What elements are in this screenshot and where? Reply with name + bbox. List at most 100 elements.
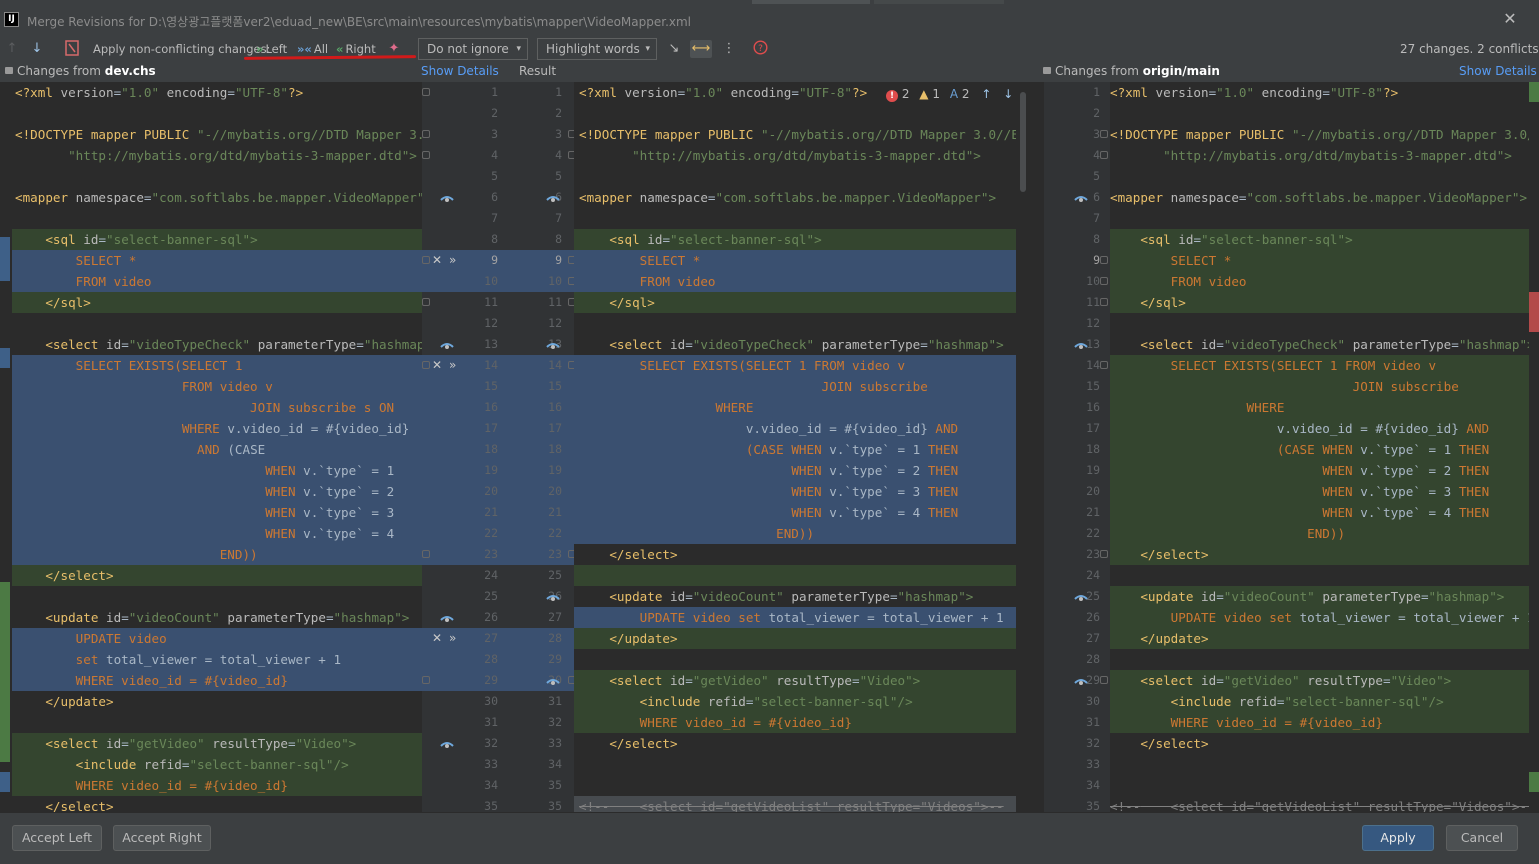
resolve-marker-icon[interactable] [440, 739, 454, 748]
resolve-marker-icon[interactable] [440, 613, 454, 622]
code-line: WHEN v.`type` = 1 [265, 463, 395, 478]
result-scrollbar-thumb[interactable] [1020, 92, 1026, 192]
ignore-whitespace-dropdown[interactable]: Do not ignore ▾ [418, 38, 528, 60]
apply-button[interactable]: Apply [1362, 825, 1434, 851]
line-number: 5 [1093, 169, 1100, 183]
fold-marker-icon[interactable] [1100, 298, 1108, 306]
resolve-marker-icon[interactable] [546, 340, 560, 349]
code-line: FROM video v [181, 379, 273, 394]
more-options-icon[interactable]: ⋮ [722, 40, 736, 58]
close-icon[interactable]: ✕ [1500, 8, 1520, 30]
fold-marker-icon[interactable] [422, 151, 430, 159]
resolve-marker-icon[interactable] [440, 193, 454, 202]
inspection-widget[interactable]: ! 2 ▲ 1 A 2 ↑ ↓ [882, 85, 1016, 103]
fold-marker-icon[interactable] [1100, 277, 1108, 285]
code-line: WHERE [1246, 400, 1285, 415]
previous-highlight-icon[interactable]: ↑ [981, 87, 991, 101]
fold-marker-icon[interactable] [422, 256, 430, 264]
apply-all-button[interactable]: »« All [297, 42, 328, 56]
line-number: 2 [1093, 106, 1100, 120]
resolve-marker-icon[interactable] [1074, 592, 1088, 601]
line-number: 22 [1086, 526, 1100, 540]
resolve-marker-icon[interactable] [1074, 340, 1088, 349]
line-number: 35 [484, 799, 498, 812]
code-line: "http://mybatis.org/dtd/mybatis-3-mapper… [632, 148, 981, 163]
line-number: 15 [484, 379, 498, 393]
synchronize-scrolling-icon[interactable]: ⟷ [690, 40, 712, 58]
right-show-details-link[interactable]: Show Details [1459, 64, 1537, 78]
resolve-marker-icon[interactable] [546, 193, 560, 202]
error-icon: ! [886, 90, 898, 102]
line-number: 12 [484, 316, 498, 330]
chevron-down-icon: ▾ [516, 44, 521, 54]
fold-marker-icon[interactable] [422, 88, 430, 96]
line-number: 13 [484, 337, 498, 351]
next-highlight-icon[interactable]: ↓ [1003, 87, 1013, 101]
code-line: <!-- <select id="getVideoList" resultTyp… [579, 799, 1004, 812]
resolve-marker-icon[interactable] [440, 340, 454, 349]
accept-left-button[interactable]: Accept Left [12, 825, 102, 851]
line-number: 14 [484, 358, 498, 372]
fold-marker-icon[interactable] [1100, 256, 1108, 264]
code-line: <mapper namespace="com.softlabs.be.mappe… [1110, 190, 1528, 205]
next-difference-icon[interactable]: ↓ [29, 40, 45, 58]
line-number: 33 [1086, 757, 1100, 771]
fold-marker-icon[interactable] [422, 550, 430, 558]
right-merge-gutter: 1 2 3 4 5 6 7 8 9 10 11 12 13 14 15 16 17 18 19 20 21 22 23 24 2… [1044, 82, 1110, 812]
result-editor-pane[interactable]: <?xml version="1.0" encoding="UTF-8"?> <… [574, 82, 1016, 812]
resolve-marker-icon[interactable] [546, 592, 560, 601]
line-number: 25 [548, 568, 562, 582]
discard-left-change-icon[interactable]: ✕ [432, 628, 442, 649]
apply-right-button[interactable]: «Right [336, 42, 376, 56]
fold-marker-icon[interactable] [1100, 361, 1108, 369]
collapse-unchanged-icon[interactable]: ↘ [666, 40, 682, 58]
result-scrollbar[interactable] [1016, 82, 1044, 812]
code-line: JOIN subscribe [1352, 379, 1459, 394]
code-line: "http://mybatis.org/dtd/mybatis-3-mapper… [68, 148, 417, 163]
highlight-words-dropdown[interactable]: Highlight words ▾ [537, 38, 657, 60]
apply-left-button[interactable]: » Left [256, 42, 287, 56]
discard-left-change-icon[interactable]: ✕ [432, 355, 442, 376]
resolve-icon[interactable] [64, 40, 80, 58]
fold-marker-icon[interactable] [422, 130, 430, 138]
previous-difference-icon[interactable]: ↑ [4, 40, 20, 58]
line-number: 10 [548, 274, 562, 288]
apply-left-change-icon[interactable]: » [449, 355, 456, 376]
apply-left-change-icon[interactable]: » [449, 250, 456, 271]
discard-left-change-icon[interactable]: ✕ [432, 250, 442, 271]
fold-marker-icon[interactable] [422, 298, 430, 306]
fold-marker-icon[interactable] [1100, 151, 1108, 159]
left-editor-pane[interactable]: <?xml version="1.0" encoding="UTF-8"?> <… [12, 82, 422, 812]
resolve-marker-icon[interactable] [546, 676, 560, 685]
help-icon[interactable]: ? [752, 40, 768, 58]
code-line: <update id="videoCount" parameterType="h… [609, 589, 974, 604]
code-line: END)) [776, 526, 815, 541]
line-number: 18 [484, 442, 498, 456]
resolve-marker-icon[interactable] [1074, 193, 1088, 202]
resolve-marker-icon[interactable] [1074, 676, 1088, 685]
line-number: 15 [548, 379, 562, 393]
fold-marker-icon[interactable] [1100, 676, 1108, 684]
code-line: </select> [1140, 547, 1209, 562]
left-show-details-link[interactable]: Show Details [421, 64, 499, 78]
line-number: 7 [555, 211, 562, 225]
fold-marker-icon[interactable] [1100, 130, 1108, 138]
dialog-button-bar: Accept Left Accept Right Apply Cancel [0, 812, 1539, 864]
fold-marker-icon[interactable] [422, 361, 430, 369]
line-number: 5 [555, 169, 562, 183]
fold-marker-icon[interactable] [1100, 550, 1108, 558]
code-line: SELECT EXISTS(SELECT 1 FROM video v [639, 358, 906, 373]
result-panel-header: Result [519, 64, 557, 78]
line-number: 29 [548, 652, 562, 666]
fold-marker-icon[interactable] [422, 676, 430, 684]
cancel-button[interactable]: Cancel [1446, 825, 1518, 851]
line-number: 30 [1086, 694, 1100, 708]
line-number: 20 [1086, 484, 1100, 498]
panel-header-row: Changes from dev.chs Show Details Result… [0, 62, 1539, 82]
accept-right-button[interactable]: Accept Right [113, 825, 211, 851]
apply-left-change-icon[interactable]: » [449, 628, 456, 649]
code-line: <select id="videoTypeCheck" parameterTyp… [609, 337, 1004, 352]
right-editor-pane[interactable]: <?xml version="1.0" encoding="UTF-8"?> <… [1110, 82, 1529, 812]
code-line: <sql id="select-banner-sql"> [45, 232, 258, 247]
line-number: 18 [1086, 442, 1100, 456]
